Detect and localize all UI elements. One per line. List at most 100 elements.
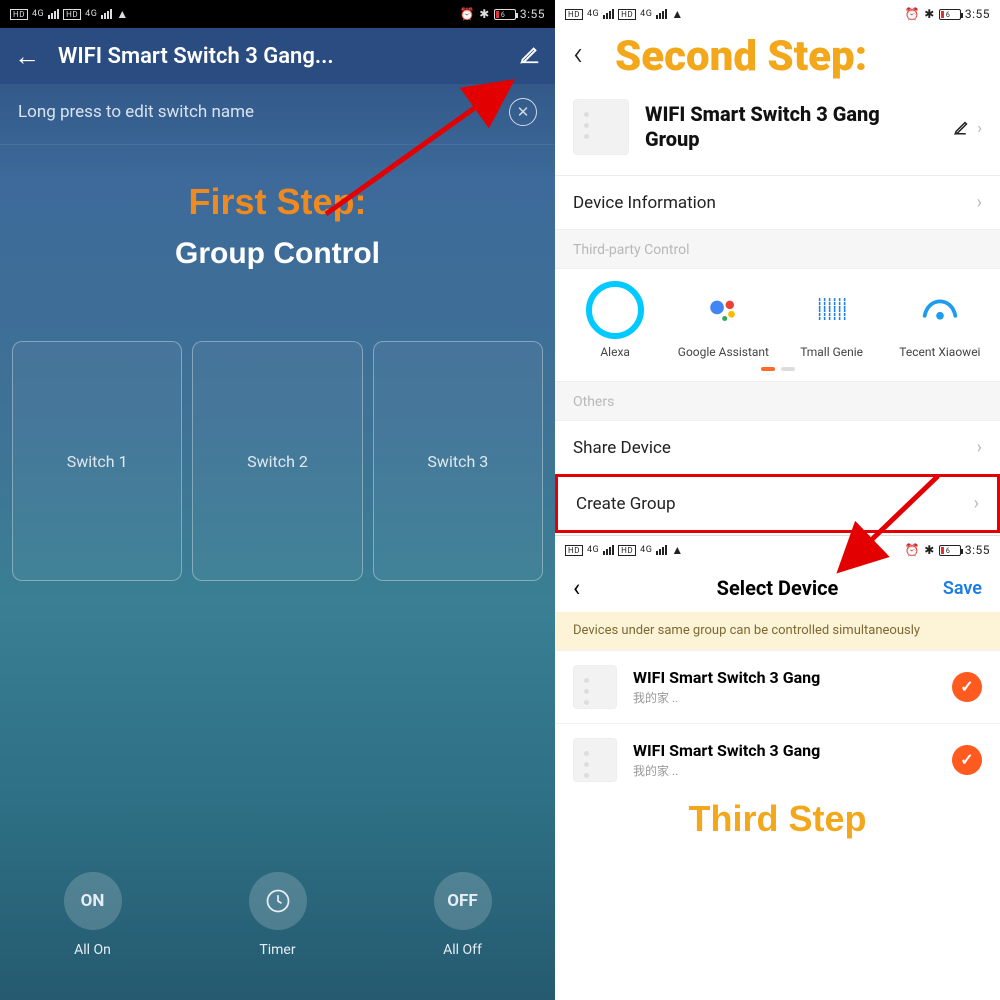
assistant-label: Google Assistant bbox=[669, 345, 777, 359]
edit-hint-bar: Long press to edit switch name ✕ bbox=[0, 84, 555, 145]
assistants-row: Alexa Google Assistant ┇┇┇┇┇┇┇┇┇┇┇┇ Tmal… bbox=[555, 269, 1000, 367]
on-icon: ON bbox=[64, 872, 122, 930]
hd-icon: HD bbox=[565, 545, 583, 556]
page-title: Select Device bbox=[717, 576, 839, 600]
all-off-button[interactable]: OFF All Off bbox=[434, 872, 492, 958]
clock-label: 3:55 bbox=[965, 543, 990, 557]
tmall-genie-icon: ┇┇┇┇┇┇┇┇┇┇┇┇ bbox=[806, 281, 858, 339]
battery-icon: 6 bbox=[939, 9, 961, 20]
device-row[interactable]: WIFI Smart Switch 3 Gang 我的家 .. ✓ bbox=[555, 650, 1000, 723]
btn-label: All On bbox=[74, 942, 111, 958]
assistant-label: Tecent Xiaowei bbox=[886, 345, 994, 359]
switch-row: Switch 1 Switch 2 Switch 3 bbox=[0, 281, 555, 581]
screen-first-step: HD 4G HD 4G ▲ ⏰ ✱ 6 3:55 ← WIFI Smart Sw… bbox=[0, 0, 555, 1000]
device-icon bbox=[573, 665, 617, 709]
bluetooth-icon: ✱ bbox=[924, 543, 935, 557]
row-device-information[interactable]: Device Information › bbox=[555, 176, 1000, 229]
step-label: ‹ Second Step: bbox=[555, 28, 1000, 87]
device-title: WIFI Smart Switch 3 Gang bbox=[633, 668, 820, 687]
network-label: 4G bbox=[587, 545, 599, 555]
info-banner: Devices under same group can be controll… bbox=[555, 612, 1000, 650]
btn-label: Timer bbox=[259, 942, 295, 958]
assistant-tmall[interactable]: ┇┇┇┇┇┇┇┇┇┇┇┇ Tmall Genie bbox=[778, 281, 886, 359]
timer-icon bbox=[249, 872, 307, 930]
battery-icon: 6 bbox=[494, 9, 516, 20]
wifi-icon: ▲ bbox=[671, 543, 683, 557]
switch-label: Switch 2 bbox=[247, 452, 308, 471]
signal-icon bbox=[603, 545, 614, 555]
device-row[interactable]: WIFI Smart Switch 3 Gang 我的家 .. ✓ bbox=[555, 723, 1000, 796]
hd-icon: HD bbox=[10, 9, 28, 20]
network-label: 4G bbox=[85, 9, 97, 19]
clock-label: 3:55 bbox=[965, 7, 990, 21]
network-label: 4G bbox=[32, 9, 44, 19]
assistant-tecent[interactable]: Tecent Xiaowei bbox=[886, 281, 994, 359]
status-bar: HD 4G HD 4G ▲ ⏰ ✱ 6 3:55 bbox=[555, 0, 1000, 28]
checked-icon[interactable]: ✓ bbox=[952, 672, 982, 702]
device-icon bbox=[573, 738, 617, 782]
timer-button[interactable]: Timer bbox=[249, 872, 307, 958]
section-third-party: Third-party Control bbox=[555, 229, 1000, 269]
switch-card-2[interactable]: Switch 2 bbox=[192, 341, 362, 581]
signal-icon bbox=[656, 9, 667, 19]
row-label: Share Device bbox=[573, 438, 671, 458]
off-icon: OFF bbox=[434, 872, 492, 930]
signal-icon bbox=[48, 9, 59, 19]
network-label: 4G bbox=[587, 9, 599, 19]
step-label: First Step: bbox=[0, 181, 555, 223]
device-title: WIFI Smart Switch 3 Gang bbox=[633, 741, 820, 760]
all-on-button[interactable]: ON All On bbox=[64, 872, 122, 958]
signal-icon bbox=[656, 545, 667, 555]
assistant-label: Tmall Genie bbox=[778, 345, 886, 359]
chevron-right-icon: › bbox=[977, 192, 982, 213]
battery-icon: 6 bbox=[939, 545, 961, 556]
google-assistant-icon bbox=[694, 281, 752, 339]
status-bar: HD 4G HD 4G ▲ ⏰ ✱ 6 3:55 bbox=[555, 536, 1000, 564]
save-button[interactable]: Save bbox=[943, 578, 982, 599]
alarm-icon: ⏰ bbox=[905, 543, 920, 557]
assistant-google[interactable]: Google Assistant bbox=[669, 281, 777, 359]
switch-card-3[interactable]: Switch 3 bbox=[373, 341, 543, 581]
back-button[interactable]: ← bbox=[14, 41, 40, 72]
device-icon bbox=[573, 99, 629, 155]
select-device-header: ‹ Select Device Save bbox=[555, 564, 1000, 612]
bottom-bar: ON All On Timer OFF All Off bbox=[0, 832, 555, 1000]
row-share-device[interactable]: Share Device › bbox=[555, 421, 1000, 474]
hint-label: Long press to edit switch name bbox=[18, 102, 499, 122]
bluetooth-icon: ✱ bbox=[479, 7, 490, 21]
step-title: Group Control bbox=[0, 237, 555, 271]
assistant-alexa[interactable]: Alexa bbox=[561, 281, 669, 359]
chevron-right-icon: › bbox=[974, 493, 979, 514]
edit-button[interactable] bbox=[519, 43, 541, 70]
wifi-icon: ▲ bbox=[116, 7, 128, 21]
row-label: Device Information bbox=[573, 193, 716, 213]
bluetooth-icon: ✱ bbox=[924, 7, 935, 21]
close-button[interactable]: ✕ bbox=[509, 98, 537, 126]
signal-icon bbox=[603, 9, 614, 19]
switch-label: Switch 1 bbox=[67, 452, 128, 471]
screen-third-step: HD 4G HD 4G ▲ ⏰ ✱ 6 3:55 ‹ Select Device… bbox=[555, 535, 1000, 840]
alarm-icon: ⏰ bbox=[460, 7, 475, 21]
checked-icon[interactable]: ✓ bbox=[952, 745, 982, 775]
hd-icon: HD bbox=[63, 9, 81, 20]
back-button[interactable]: ‹ bbox=[573, 574, 580, 602]
clock-label: 3:55 bbox=[520, 7, 545, 21]
alarm-icon: ⏰ bbox=[905, 7, 920, 21]
signal-icon bbox=[101, 9, 112, 19]
screen-second-step: HD 4G HD 4G ▲ ⏰ ✱ 6 3:55 ‹ Second Step: … bbox=[555, 0, 1000, 1000]
rename-button[interactable]: › bbox=[953, 118, 982, 137]
back-button[interactable]: ‹ bbox=[573, 34, 583, 74]
row-create-group[interactable]: Create Group › bbox=[555, 474, 1000, 533]
device-sub: 我的家 .. bbox=[633, 762, 820, 779]
hd-icon: HD bbox=[618, 9, 636, 20]
network-label: 4G bbox=[640, 545, 652, 555]
row-label: Create Group bbox=[576, 494, 676, 514]
network-label: 4G bbox=[640, 9, 652, 19]
btn-label: All Off bbox=[443, 942, 482, 958]
switch-card-1[interactable]: Switch 1 bbox=[12, 341, 182, 581]
page-title: WIFI Smart Switch 3 Gang... bbox=[58, 44, 501, 69]
device-sub: 我的家 .. bbox=[633, 689, 820, 706]
page-dots bbox=[555, 367, 1000, 381]
hd-icon: HD bbox=[618, 545, 636, 556]
alexa-icon bbox=[586, 281, 644, 339]
